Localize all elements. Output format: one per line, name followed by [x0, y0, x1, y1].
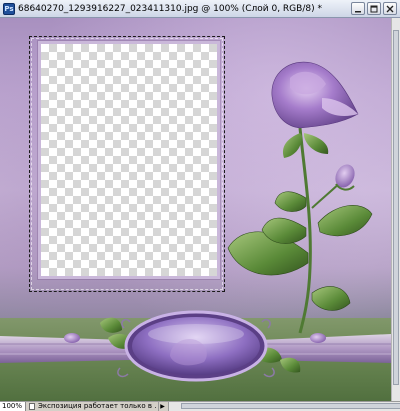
selection-marquee-inner [31, 38, 223, 290]
document-window: Ps 68640270_1293916227_023411310.jpg @ 1… [0, 0, 400, 411]
close-icon [386, 5, 394, 12]
ribbon-bud [64, 333, 80, 343]
horizontal-scrollbar[interactable] [168, 402, 400, 411]
photoshop-icon: Ps [3, 2, 15, 15]
leaf [311, 286, 351, 311]
rose-flower [271, 61, 359, 129]
vertical-scroll-thumb[interactable] [393, 30, 399, 385]
status-menu-arrow-icon[interactable]: ▶ [158, 402, 166, 411]
leaf [304, 133, 329, 154]
minimize-button[interactable] [351, 2, 365, 15]
leaf [317, 205, 373, 237]
zoom-field[interactable]: 100% [0, 402, 26, 411]
leaf [282, 133, 302, 158]
vertical-scrollbar[interactable] [391, 18, 400, 401]
title-bar[interactable]: Ps 68640270_1293916227_023411310.jpg @ 1… [0, 0, 400, 18]
artwork [0, 18, 391, 401]
horizontal-scroll-thumb[interactable] [181, 403, 400, 409]
status-bar: 100% Экспозиция работает только в ... ▶ [0, 401, 400, 411]
canvas-area[interactable] [0, 18, 391, 401]
window-title: 68640270_1293916227_023411310.jpg @ 100%… [18, 3, 322, 14]
leaf [274, 191, 307, 212]
document-info-icon [29, 403, 35, 410]
close-button[interactable] [383, 2, 397, 15]
maximize-icon [370, 5, 378, 12]
maximize-button[interactable] [367, 2, 381, 15]
minimize-icon [355, 10, 361, 12]
ribbon-bud [310, 333, 326, 343]
status-info-text[interactable]: Экспозиция работает только в ... [38, 402, 156, 411]
window-controls [351, 2, 397, 15]
